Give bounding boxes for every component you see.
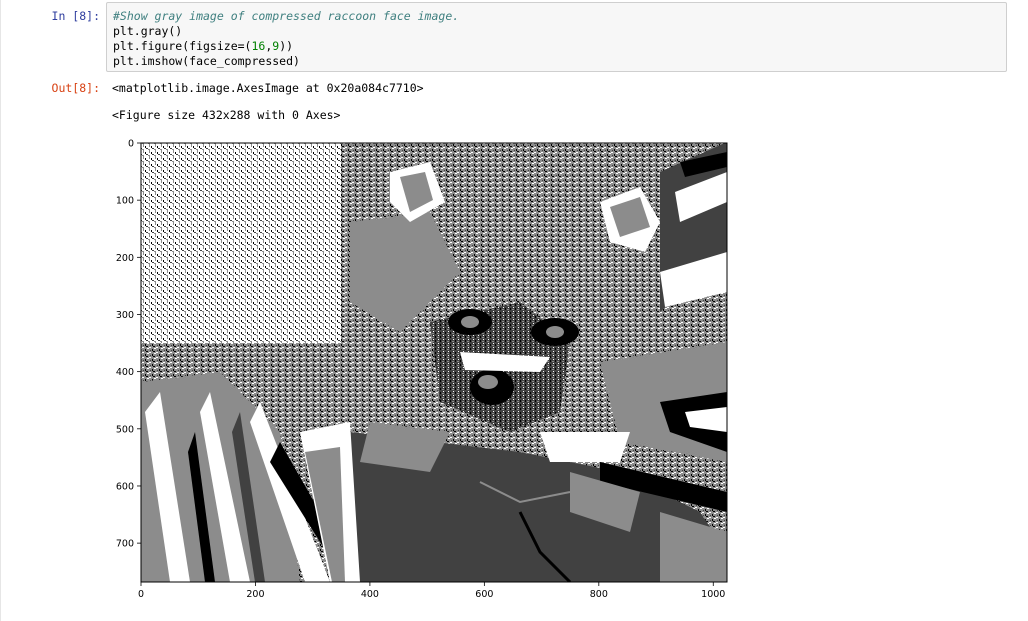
x-tick-label: 0 [138, 589, 144, 600]
code-line-figure: plt.figure(figsize=(16,9)) [113, 39, 294, 53]
output-prompt: Out[8]: [51, 81, 100, 95]
y-tick-label: 700 [116, 539, 134, 550]
y-tick-label: 500 [116, 424, 134, 435]
x-tick-label: 400 [361, 589, 379, 600]
x-tick-label: 200 [246, 589, 264, 600]
code-line-imshow: plt.imshow(face_compressed) [113, 54, 300, 68]
raccoon-image-plot: 0 100 200 300 400 500 600 700 0 200 400 600 800 1000 [116, 139, 728, 600]
y-tick-label: 300 [116, 310, 134, 321]
x-tick-label: 600 [475, 589, 493, 600]
figure-size-repr: <Figure size 432x288 with 0 Axes> [112, 108, 341, 122]
code-cell-input[interactable]: #Show gray image of compressed raccoon f… [106, 2, 1007, 72]
axes-image-repr: <matplotlib.image.AxesImage at 0x20a084c… [112, 81, 424, 95]
code-comment: #Show gray image of compressed raccoon f… [113, 9, 460, 23]
y-tick-label: 200 [116, 253, 134, 264]
y-tick-label: 400 [116, 367, 134, 378]
x-tick-label: 800 [590, 589, 608, 600]
y-axis: 0 100 200 300 400 500 600 700 [116, 139, 141, 550]
code-line-gray: plt.gray() [113, 24, 183, 38]
compressed-raccoon-image [141, 143, 727, 582]
x-axis: 0 200 400 600 800 1000 [138, 582, 725, 600]
x-tick-label: 1000 [701, 589, 725, 600]
input-prompt: In [8]: [51, 9, 100, 23]
y-tick-label: 0 [128, 139, 134, 150]
y-tick-label: 600 [116, 481, 134, 492]
y-tick-label: 100 [116, 196, 134, 207]
